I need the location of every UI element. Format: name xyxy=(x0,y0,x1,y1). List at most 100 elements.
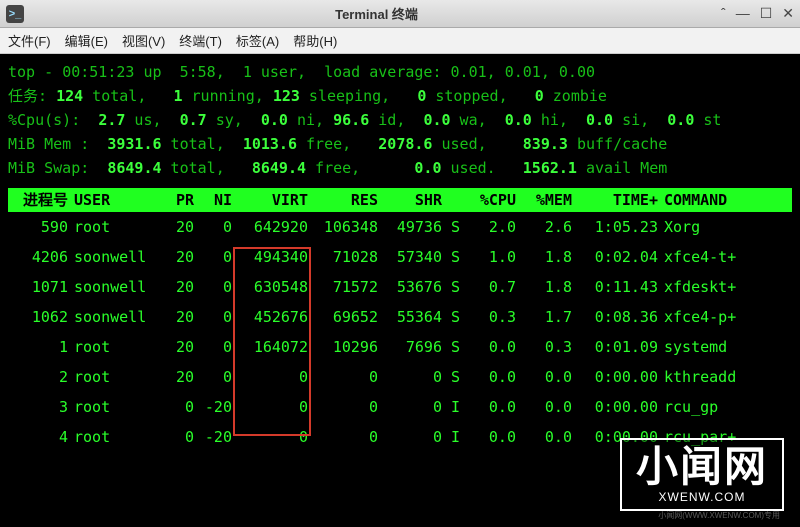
cell-pr: 20 xyxy=(150,305,194,329)
cell-ni: 0 xyxy=(194,335,232,359)
col-ni: NI xyxy=(194,188,232,212)
cell-s: I xyxy=(442,425,460,449)
close-icon[interactable]: ✕ xyxy=(782,5,794,22)
cell-user: root xyxy=(68,425,150,449)
cell-shr: 0 xyxy=(378,425,442,449)
cell-pr: 20 xyxy=(150,215,194,239)
cell-cpu: 0.0 xyxy=(460,425,516,449)
cell-ni: 0 xyxy=(194,275,232,299)
process-row: 4206soonwell2004943407102857340S1.01.80:… xyxy=(8,242,792,272)
cell-virt: 630548 xyxy=(232,275,308,299)
cell-cmd: rcu_gp xyxy=(658,395,792,419)
cell-res: 0 xyxy=(308,395,378,419)
cell-s: S xyxy=(442,335,460,359)
minimize-icon[interactable]: — xyxy=(736,5,750,22)
cell-pr: 20 xyxy=(150,245,194,269)
watermark-text: 小闻网 xyxy=(636,446,768,488)
cell-shr: 7696 xyxy=(378,335,442,359)
cell-user: soonwell xyxy=(68,245,150,269)
cell-virt: 164072 xyxy=(232,335,308,359)
watermark-sub: 小闻网(WWW.XWENW.COM)专用 xyxy=(658,510,780,523)
menu-file[interactable]: 文件(F) xyxy=(8,31,51,50)
menu-help[interactable]: 帮助(H) xyxy=(293,31,337,50)
cell-s: S xyxy=(442,215,460,239)
cell-user: root xyxy=(68,365,150,389)
cell-user: root xyxy=(68,335,150,359)
cell-ni: 0 xyxy=(194,245,232,269)
cell-shr: 0 xyxy=(378,395,442,419)
col-cmd: COMMAND xyxy=(658,188,792,212)
cell-cmd: kthreadd xyxy=(658,365,792,389)
maximize-icon[interactable]: ☐ xyxy=(760,5,773,22)
cell-res: 71028 xyxy=(308,245,378,269)
menu-edit[interactable]: 编辑(E) xyxy=(65,31,108,50)
cell-pid: 2 xyxy=(8,365,68,389)
menu-bar: 文件(F) 编辑(E) 视图(V) 终端(T) 标签(A) 帮助(H) xyxy=(0,28,800,54)
cell-pr: 0 xyxy=(150,395,194,419)
cell-mem: 0.0 xyxy=(516,395,572,419)
col-pr: PR xyxy=(150,188,194,212)
menu-terminal[interactable]: 终端(T) xyxy=(179,31,222,50)
cell-time: 0:08.36 xyxy=(572,305,658,329)
col-shr: SHR xyxy=(378,188,442,212)
col-pid: 进程号 xyxy=(8,188,68,212)
cell-pr: 0 xyxy=(150,425,194,449)
cell-ni: 0 xyxy=(194,305,232,329)
cell-virt: 494340 xyxy=(232,245,308,269)
cell-virt: 642920 xyxy=(232,215,308,239)
cell-cpu: 0.7 xyxy=(460,275,516,299)
cell-time: 0:01.09 xyxy=(572,335,658,359)
cell-pid: 4 xyxy=(8,425,68,449)
cell-time: 1:05.23 xyxy=(572,215,658,239)
window-controls: ˆ — ☐ ✕ xyxy=(721,5,794,22)
cell-user: root xyxy=(68,215,150,239)
cell-s: I xyxy=(442,395,460,419)
terminal-output[interactable]: top - 00:51:23 up 5:58, 1 user, load ave… xyxy=(0,54,800,527)
cell-virt: 0 xyxy=(232,425,308,449)
cell-cpu: 2.0 xyxy=(460,215,516,239)
cell-mem: 1.8 xyxy=(516,275,572,299)
cell-pr: 20 xyxy=(150,275,194,299)
process-list: 590root20064292010634849736S2.02.61:05.2… xyxy=(8,212,792,452)
menu-tabs[interactable]: 标签(A) xyxy=(236,31,279,50)
cell-s: S xyxy=(442,305,460,329)
cell-ni: -20 xyxy=(194,395,232,419)
cell-virt: 0 xyxy=(232,365,308,389)
process-row: 1071soonwell2006305487157253676S0.71.80:… xyxy=(8,272,792,302)
col-virt: VIRT xyxy=(232,188,308,212)
cell-user: soonwell xyxy=(68,305,150,329)
cell-cpu: 0.0 xyxy=(460,335,516,359)
process-row: 1062soonwell2004526766965255364S0.31.70:… xyxy=(8,302,792,332)
cell-mem: 0.0 xyxy=(516,365,572,389)
cell-time: 0:00.00 xyxy=(572,395,658,419)
cell-s: S xyxy=(442,365,460,389)
cell-pid: 590 xyxy=(8,215,68,239)
cell-shr: 55364 xyxy=(378,305,442,329)
rollup-icon[interactable]: ˆ xyxy=(721,5,726,22)
cell-cmd: xfce4-p+ xyxy=(658,305,792,329)
cell-ni: 0 xyxy=(194,215,232,239)
cell-virt: 452676 xyxy=(232,305,308,329)
cell-pr: 20 xyxy=(150,365,194,389)
cell-cmd: xfce4-t+ xyxy=(658,245,792,269)
col-cpu: %CPU xyxy=(460,188,516,212)
cell-pid: 3 xyxy=(8,395,68,419)
cell-cpu: 0.3 xyxy=(460,305,516,329)
menu-view[interactable]: 视图(V) xyxy=(122,31,165,50)
cell-virt: 0 xyxy=(232,395,308,419)
cell-res: 10296 xyxy=(308,335,378,359)
cell-mem: 1.7 xyxy=(516,305,572,329)
top-tasks-line: 任务: 124 total, 1 running, 123 sleeping, … xyxy=(8,84,792,108)
process-row: 3root0-20000I0.00.00:00.00rcu_gp xyxy=(8,392,792,422)
cell-pid: 1062 xyxy=(8,305,68,329)
watermark-url: XWENW.COM xyxy=(636,488,768,507)
cell-user: root xyxy=(68,395,150,419)
cell-res: 0 xyxy=(308,425,378,449)
window-title: Terminal 终端 xyxy=(32,4,721,23)
cell-shr: 57340 xyxy=(378,245,442,269)
cell-mem: 2.6 xyxy=(516,215,572,239)
cell-ni: -20 xyxy=(194,425,232,449)
col-res: RES xyxy=(308,188,378,212)
cell-cpu: 1.0 xyxy=(460,245,516,269)
col-user: USER xyxy=(68,188,150,212)
